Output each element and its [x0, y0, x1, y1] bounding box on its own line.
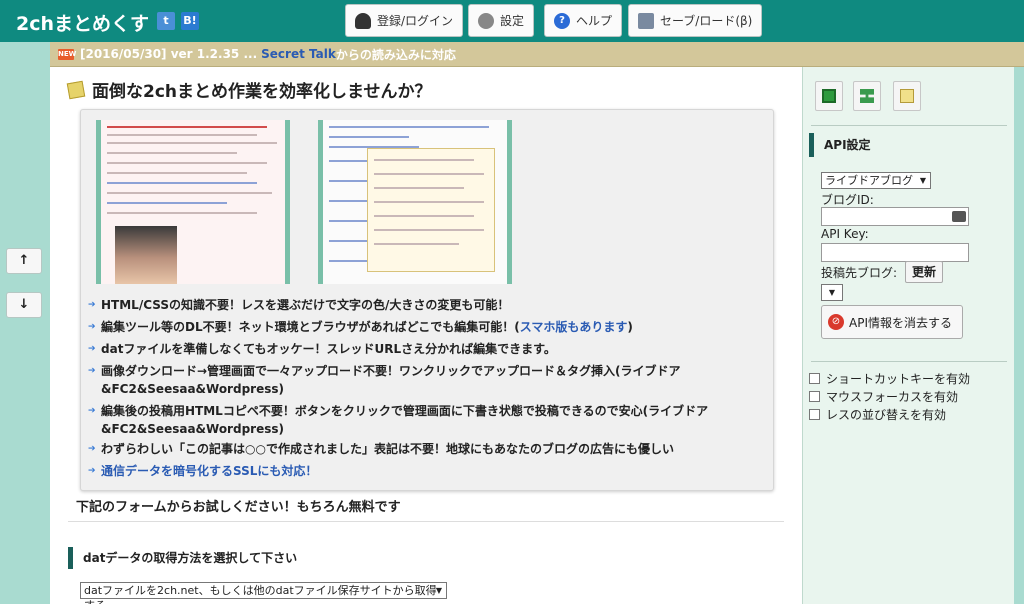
checkbox-box[interactable] — [809, 373, 820, 384]
save-load-button-label: セーブ/ロード(β) — [660, 14, 753, 28]
twitter-icon[interactable]: t — [157, 12, 175, 30]
right-sidebar: API設定 ライブドアブログ ▼ ブログID: API Key: 投稿先ブログ: … — [802, 67, 1014, 604]
top-header: 2chまとめくす t B! 登録/ログイン 設定 ? ヘルプ セーブ/ロード(β… — [0, 0, 1024, 42]
news-link[interactable]: Secret Talk — [261, 47, 336, 61]
help-button-label: ヘルプ — [576, 14, 613, 28]
expand-icon — [860, 89, 874, 103]
user-icon — [355, 12, 371, 29]
login-button[interactable]: 登録/ログイン — [345, 4, 464, 37]
help-button[interactable]: ? ヘルプ — [544, 4, 623, 37]
page-title: 面倒な2chまとめ作業を効率化しませんか？ — [66, 77, 432, 102]
feature-item: 画像ダウンロード→管理画面で一々アップロード不要！ワンクリックでアップロード＆タ… — [88, 362, 771, 398]
target-blog-select[interactable]: ▼ — [821, 284, 843, 301]
help-icon: ? — [554, 12, 570, 29]
hatena-bookmark-icon[interactable]: B! — [181, 12, 199, 30]
left-rail: ↑ ↓ — [0, 42, 50, 604]
update-button[interactable]: 更新 — [905, 261, 944, 283]
notes-button[interactable] — [893, 81, 921, 111]
target-blog-label: 投稿先ブログ: — [821, 266, 898, 280]
feature-item: HTML/CSSの知識不要！レスを選ぶだけで文字の色/大きさの変更も可能！ — [88, 296, 771, 314]
feature-item: 編集後の投稿用HTMLコピペ不要！ボタンをクリックで管理画面に下書き状態で投稿で… — [88, 402, 771, 438]
api-key-input[interactable] — [821, 243, 969, 262]
screenshot-thumbnail-1[interactable] — [96, 120, 290, 284]
caret-down-icon: ▼ — [435, 586, 442, 595]
sample-photo — [115, 226, 177, 284]
gear-icon — [478, 12, 494, 29]
news-bar: NEW [2016/05/30] ver 1.2.35 ... Secret T… — [50, 42, 1024, 67]
list-icon — [822, 89, 836, 103]
list-view-button[interactable] — [815, 81, 843, 111]
dat-section-title: datデータの取得方法を選択して下さい — [68, 547, 297, 569]
feature-item: 編集ツール等のDL不要！ネット環境とブラウザがあればどこでも編集可能！(スマホ版… — [88, 318, 771, 336]
feature-item: datファイルを準備しなくてもオッケー！スレッドURLさえ分かれば編集できます。 — [88, 340, 771, 358]
right-edge — [1014, 67, 1024, 604]
settings-button-label: 設定 — [500, 14, 525, 28]
blog-type-select[interactable]: ライブドアブログ ▼ — [821, 172, 931, 189]
page-title-text: 面倒な2chまとめ作業を効率化しませんか？ — [92, 82, 432, 102]
divider — [811, 125, 1007, 126]
blog-id-input[interactable] — [821, 207, 969, 226]
notes-icon — [900, 89, 914, 103]
new-badge-icon: NEW — [58, 48, 77, 60]
reorder-checkbox[interactable]: レスの並び替えを有効 — [809, 406, 946, 423]
pencil-icon — [66, 80, 86, 99]
news-suffix: からの読み込みに対応 — [335, 47, 456, 62]
main-panel: 面倒な2chまとめ作業を効率化しませんか？ ➔ HTML/CSSの知識不要！レス… — [50, 67, 802, 604]
shortcut-checkbox[interactable]: ショートカットキーを有効 — [809, 370, 970, 387]
prohibit-icon: ⊘ — [828, 314, 844, 330]
save-load-button[interactable]: セーブ/ロード(β) — [628, 4, 763, 37]
keyboard-icon — [952, 211, 966, 222]
smartphone-link[interactable]: スマホ版もあります — [520, 320, 628, 334]
expand-button[interactable] — [853, 81, 881, 111]
news-prefix: [2016/05/30] ver 1.2.35 ... — [80, 47, 258, 61]
popup-preview — [367, 148, 495, 272]
screenshot-thumbnail-2[interactable] — [318, 120, 512, 284]
checkbox-box[interactable] — [809, 391, 820, 402]
caret-down-icon: ▼ — [828, 288, 836, 297]
api-settings-title: API設定 — [809, 133, 871, 157]
feature-card: HTML/CSSの知識不要！レスを選ぶだけで文字の色/大きさの変更も可能！ 編集… — [80, 109, 774, 491]
site-logo[interactable]: 2chまとめくす — [16, 9, 149, 36]
try-text: 下記のフォームからお試しください！もちろん無料です — [76, 500, 401, 515]
api-key-label: API Key: — [821, 227, 869, 241]
blog-id-label: ブログID: — [821, 193, 874, 207]
save-icon — [638, 12, 654, 29]
ssl-link[interactable]: 通信データを暗号化するSSLにも対応！ — [88, 462, 771, 480]
login-button-label: 登録/ログイン — [377, 14, 454, 28]
checkbox-box[interactable] — [809, 409, 820, 420]
clear-api-button[interactable]: ⊘ API情報を消去する — [821, 305, 963, 339]
scroll-up-button[interactable]: ↑ — [6, 248, 42, 274]
feature-item: わずらわしい「この記事は○○で作成されました」表記は不要！地球にもあなたのブログ… — [88, 440, 771, 458]
settings-button[interactable]: 設定 — [468, 4, 535, 37]
divider — [68, 521, 784, 522]
clear-api-button-label: API情報を消去する — [849, 315, 952, 330]
caret-down-icon: ▼ — [919, 176, 926, 185]
scroll-down-button[interactable]: ↓ — [6, 292, 42, 318]
dat-source-select[interactable]: datファイルを2ch.net、もしくは他のdatファイル保存サイトから取得する… — [80, 582, 447, 604]
divider — [811, 361, 1007, 362]
mouse-focus-checkbox[interactable]: マウスフォーカスを有効 — [809, 388, 958, 405]
